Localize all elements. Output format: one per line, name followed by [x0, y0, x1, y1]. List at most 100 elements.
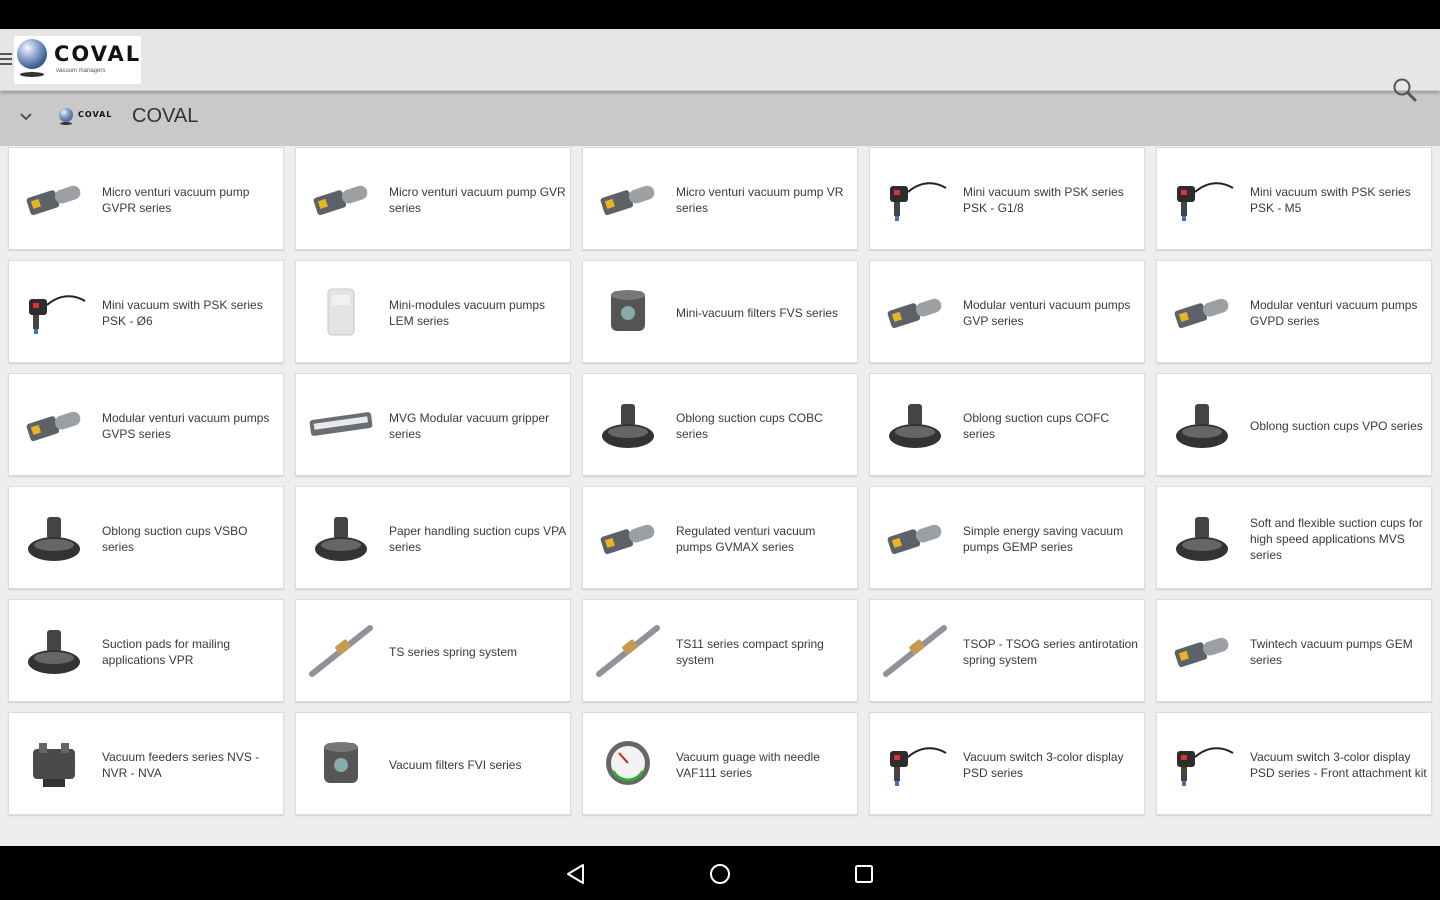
- switch-icon: [29, 295, 86, 334]
- product-label: Micro venturi vacuum pump GVR series: [389, 184, 566, 215]
- spring-icon: [309, 625, 373, 677]
- product-card[interactable]: Vacuum feeders series NVS - NVR - NVA: [8, 712, 284, 815]
- switch-icon: [1177, 182, 1234, 221]
- product-card[interactable]: Modular venturi vacuum pumps GVP series: [869, 260, 1145, 363]
- product-grid: mea seriesmounts (gravity chips)seriessi…: [8, 146, 1432, 815]
- product-card[interactable]: Soft and flexible suction cups for high …: [1156, 486, 1432, 589]
- product-card[interactable]: Modular venturi vacuum pumps GVPS series: [8, 373, 284, 476]
- suction-cup-icon: [28, 517, 80, 561]
- gauge-icon: [606, 741, 650, 785]
- product-label: Vacuum guage with needle VAF111 series: [676, 749, 820, 780]
- product-card[interactable]: TS series spring system: [295, 599, 571, 702]
- pump-icon: [1174, 298, 1229, 329]
- product-card[interactable]: Oblong suction cups COFC series: [869, 373, 1145, 476]
- coval-logo[interactable]: COVAL vacuum managers: [14, 36, 141, 84]
- spring-icon: [596, 625, 660, 677]
- product-card[interactable]: Vacuum filters FVI series: [295, 712, 571, 815]
- product-card[interactable]: TSOP - TSOG series antirotation spring s…: [869, 599, 1145, 702]
- pump-icon: [26, 411, 81, 442]
- product-label: Regulated venturi vacuum pumps GVMAX ser…: [676, 523, 816, 554]
- product-card[interactable]: Paper handling suction cups VPA series: [295, 486, 571, 589]
- product-card[interactable]: Suction pads for mailing applications VP…: [8, 599, 284, 702]
- globe-shadow: [60, 122, 72, 125]
- section-title: COVAL: [132, 105, 199, 127]
- recents-icon[interactable]: [852, 862, 876, 886]
- product-label: Mini vacuum swith PSK series PSK - Ø6: [102, 297, 263, 328]
- product-label: TSOP - TSOG series antirotation spring s…: [963, 636, 1138, 667]
- home-icon[interactable]: [708, 862, 732, 886]
- product-label: Mini-vacuum filters FVS series: [676, 305, 839, 320]
- pump-icon: [26, 185, 81, 216]
- product-label: Twintech vacuum pumps GEM series: [1250, 636, 1413, 667]
- chevron-down-icon[interactable]: [19, 110, 33, 124]
- product-label: TS11 series compact spring system: [676, 636, 824, 667]
- filter-icon: [611, 290, 645, 331]
- logo-text: COVAL: [54, 42, 142, 66]
- suction-cup-icon: [1176, 517, 1228, 561]
- product-label: Vacuum switch 3-color display PSD series: [963, 749, 1124, 780]
- product-label: Modular venturi vacuum pumps GVPS series: [102, 410, 270, 441]
- product-label: Mini-modules vacuum pumps LEM series: [389, 297, 546, 328]
- switch-icon: [890, 182, 947, 221]
- product-label: Micro venturi vacuum pump VR series: [676, 184, 844, 215]
- product-label: Simple energy saving vacuum pumps GEMP s…: [963, 523, 1124, 554]
- product-card[interactable]: Vacuum switch 3-color display PSD series: [869, 712, 1145, 815]
- suction-cup-icon: [1176, 404, 1228, 448]
- product-card[interactable]: Mini-modules vacuum pumps LEM series: [295, 260, 571, 363]
- product-card[interactable]: MVG Modular vacuum gripper series: [295, 373, 571, 476]
- product-card[interactable]: Vacuum switch 3-color display PSD series…: [1156, 712, 1432, 815]
- switch-icon: [1177, 747, 1234, 786]
- globe-shadow: [20, 72, 44, 77]
- product-card[interactable]: Oblong suction cups VPO series: [1156, 373, 1432, 476]
- status-bar: [0, 0, 1440, 29]
- product-list[interactable]: mea seriesmounts (gravity chips)seriessi…: [0, 146, 1440, 846]
- globe-icon: [59, 108, 73, 122]
- feeder-icon: [33, 743, 75, 787]
- spring-icon: [883, 625, 947, 677]
- product-card[interactable]: Simple energy saving vacuum pumps GEMP s…: [869, 486, 1145, 589]
- filter-icon: [324, 742, 358, 783]
- pump-icon: [1174, 637, 1229, 668]
- product-label: Oblong suction cups COFC series: [963, 410, 1110, 441]
- product-label: Suction pads for mailing applications VP…: [102, 636, 231, 667]
- search-icon[interactable]: [1392, 77, 1418, 103]
- product-card[interactable]: Mini vacuum swith PSK series PSK - G1/8: [869, 147, 1145, 250]
- app-bar: COVAL vacuum managers: [0, 29, 1440, 102]
- module-icon: [327, 288, 355, 336]
- product-card[interactable]: Twintech vacuum pumps GEM series: [1156, 599, 1432, 702]
- product-label: Paper handling suction cups VPA series: [389, 523, 566, 554]
- product-card[interactable]: Modular venturi vacuum pumps GVPD series: [1156, 260, 1432, 363]
- product-card[interactable]: Oblong suction cups COBC series: [582, 373, 858, 476]
- product-card[interactable]: Micro venturi vacuum pump GVR series: [295, 147, 571, 250]
- pump-icon: [600, 185, 655, 216]
- back-icon[interactable]: [564, 862, 588, 886]
- product-label: Mini vacuum swith PSK series PSK - G1/8: [963, 184, 1124, 215]
- product-label: Oblong suction cups VPO series: [1250, 418, 1423, 433]
- product-label: Micro venturi vacuum pump GVPR series: [102, 184, 250, 215]
- product-label: Modular venturi vacuum pumps GVP series: [963, 297, 1131, 328]
- product-card[interactable]: Regulated venturi vacuum pumps GVMAX ser…: [582, 486, 858, 589]
- suction-cup-icon: [602, 404, 654, 448]
- suction-cup-icon: [28, 630, 80, 674]
- section-header[interactable]: [0, 91, 1440, 146]
- product-card[interactable]: TS11 series compact spring system: [582, 599, 858, 702]
- product-label: Vacuum filters FVI series: [389, 757, 522, 772]
- product-label: Mini vacuum swith PSK series PSK - M5: [1250, 184, 1411, 215]
- product-card[interactable]: Mini vacuum swith PSK series PSK - M5: [1156, 147, 1432, 250]
- gripper-icon: [309, 412, 373, 436]
- section-logo-text: COVAL: [78, 110, 113, 119]
- product-card[interactable]: Mini-vacuum filters FVS series: [582, 260, 858, 363]
- product-card[interactable]: Mini vacuum swith PSK series PSK - Ø6: [8, 260, 284, 363]
- section-logo: COVAL: [56, 106, 121, 128]
- suction-cup-icon: [889, 404, 941, 448]
- product-label: MVG Modular vacuum gripper series: [389, 410, 550, 441]
- product-card[interactable]: Oblong suction cups VSBO series: [8, 486, 284, 589]
- product-card[interactable]: Vacuum guage with needle VAF111 series: [582, 712, 858, 815]
- product-label: Vacuum switch 3-color display PSD series…: [1250, 749, 1427, 780]
- product-card[interactable]: Micro venturi vacuum pump VR series: [582, 147, 858, 250]
- hamburger-menu-icon[interactable]: [0, 53, 12, 67]
- product-card[interactable]: Micro venturi vacuum pump GVPR series: [8, 147, 284, 250]
- product-label: Vacuum feeders series NVS - NVR - NVA: [102, 749, 260, 780]
- product-label: Oblong suction cups VSBO series: [102, 523, 248, 554]
- logo-tagline: vacuum managers: [56, 68, 106, 74]
